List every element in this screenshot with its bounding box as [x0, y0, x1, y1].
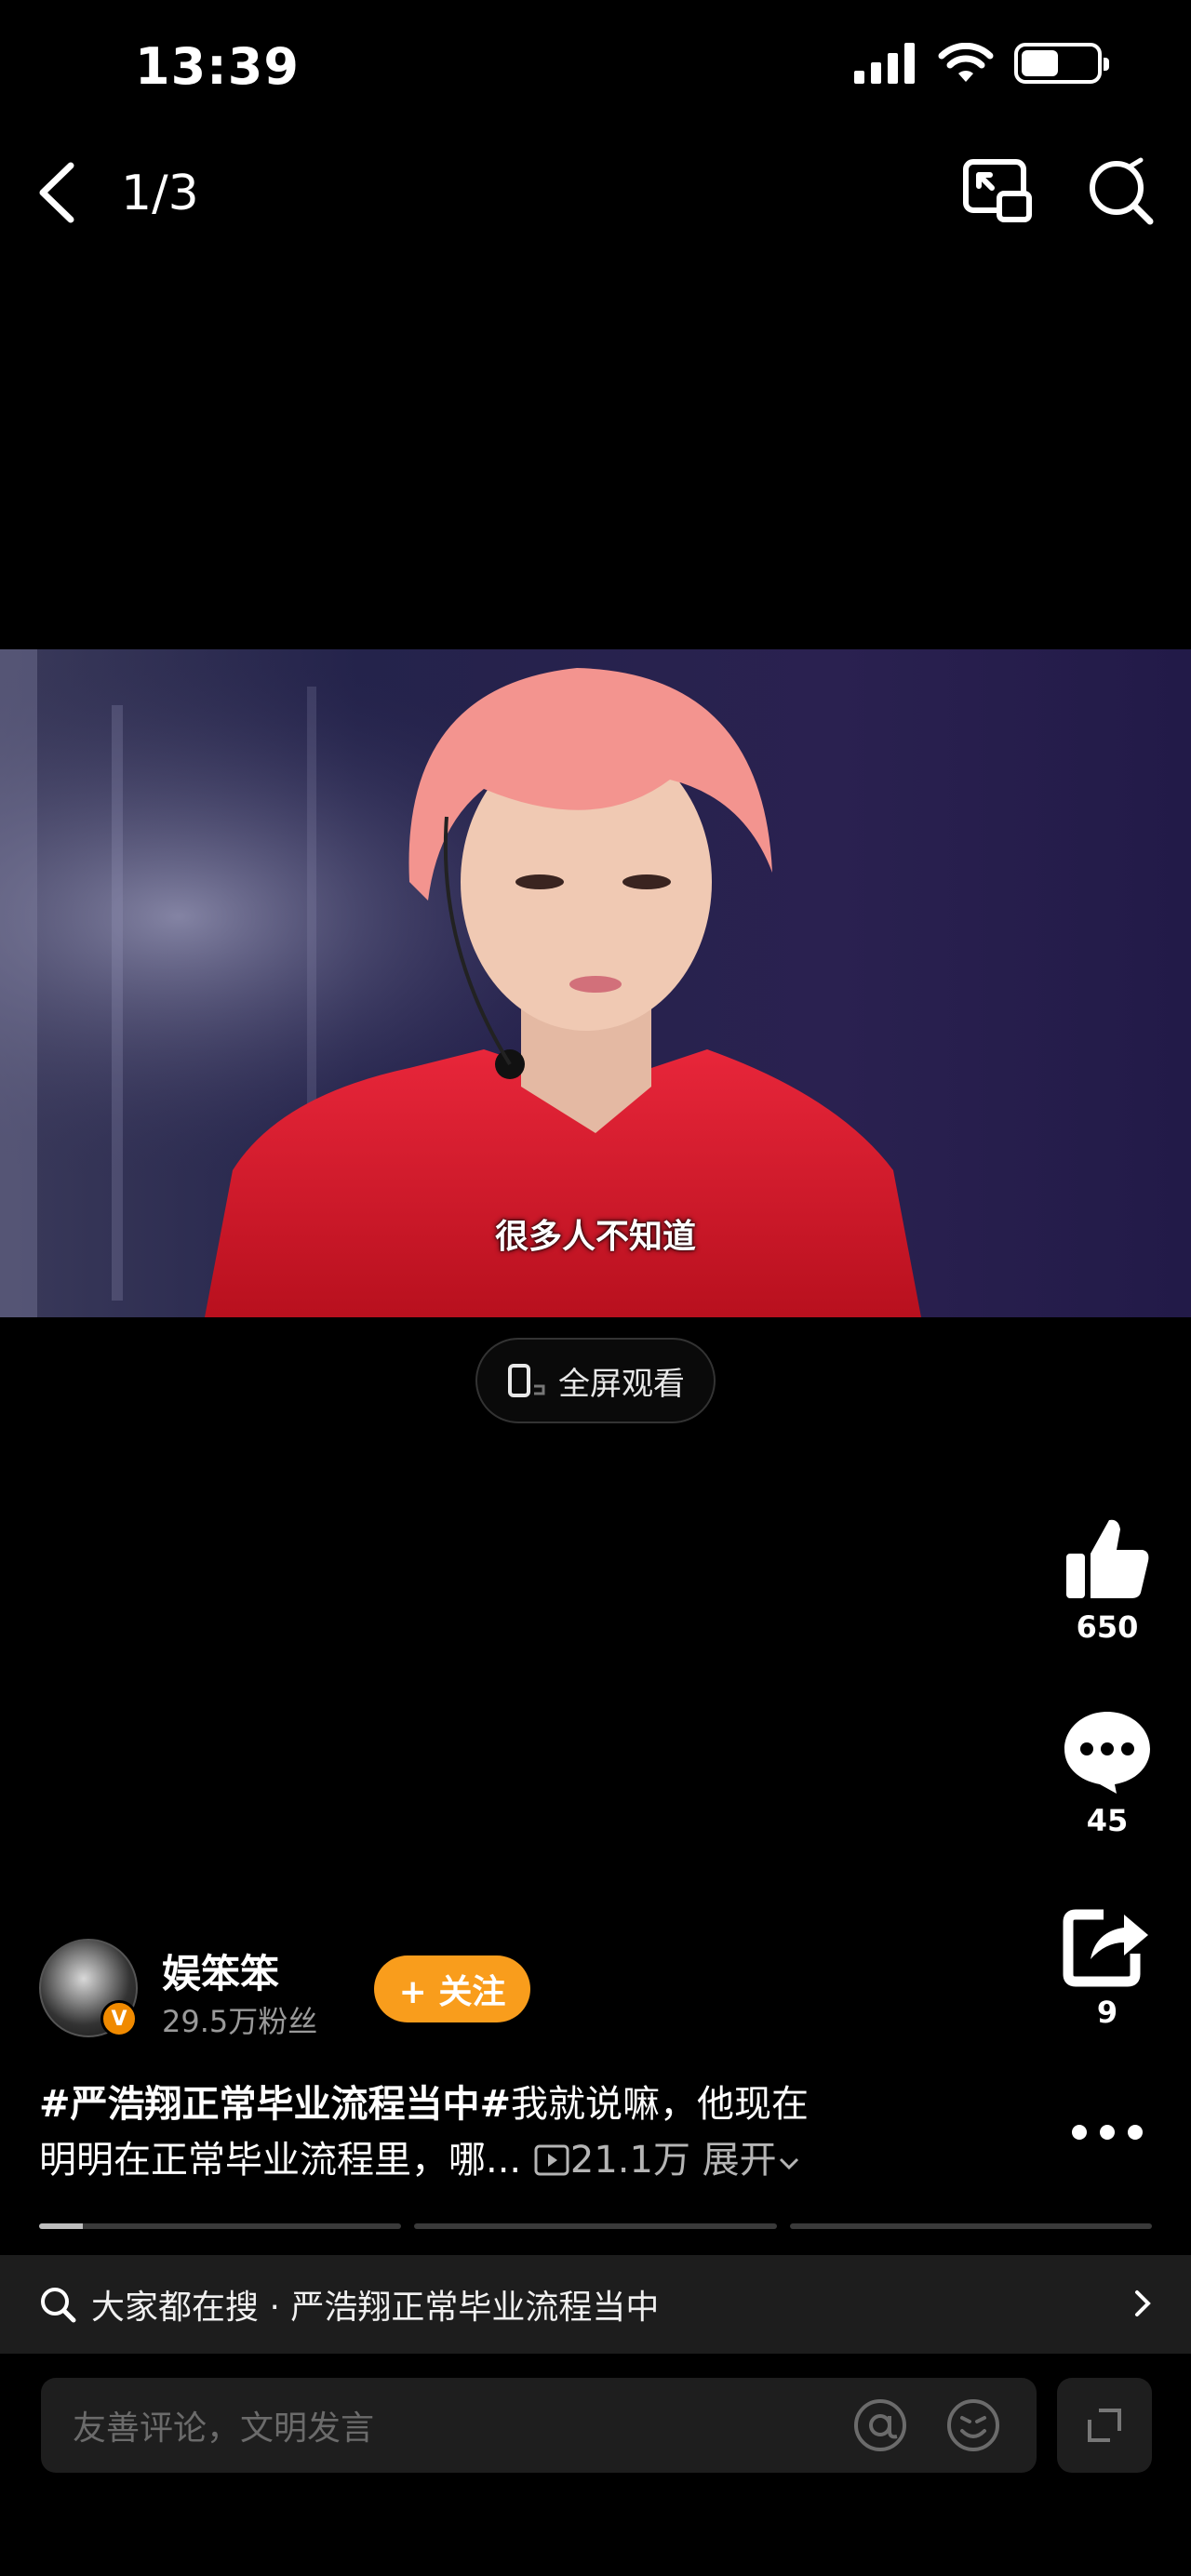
share-count: 9 — [1096, 1995, 1118, 2030]
author-fans-count: 29.5万粉丝 — [162, 2004, 318, 2039]
play-count-icon — [534, 2144, 569, 2176]
comment-placeholder: 友善评论，文明发言 — [73, 2409, 375, 2448]
progress-segment-3 — [789, 2223, 1152, 2229]
caption-line-2: 明明在正常毕业流程里，哪... 21.1万 展开 — [39, 2132, 932, 2188]
post-caption: #严浩翔正常毕业流程当中#我就说嘛，他现在 明明在正常毕业流程里，哪... 21… — [39, 2076, 932, 2188]
thumbs-up-icon — [1066, 1519, 1149, 1598]
fullscreen-label: 全屏观看 — [558, 1365, 685, 1403]
status-icons — [854, 43, 1109, 84]
battery-level-fill — [1022, 50, 1059, 76]
progress-segment-2 — [414, 2223, 777, 2229]
search-suggestion-text: 大家都在搜 · 严浩翔正常毕业流程当中 — [91, 2289, 660, 2327]
signal-icon — [854, 43, 915, 84]
comment-button[interactable]: 45 — [1051, 1706, 1163, 1838]
play-count: 21.1万 — [533, 2139, 703, 2182]
fullscreen-button[interactable]: 全屏观看 — [475, 1338, 716, 1423]
picture-in-picture-icon[interactable] — [962, 158, 1033, 223]
comment-bubble-icon — [1064, 1712, 1150, 1794]
mention-icon[interactable] — [850, 2396, 910, 2455]
phone-rotate-icon — [508, 1364, 545, 1397]
caption-text-2: 明明在正常毕业流程里，哪... — [39, 2139, 522, 2182]
expand-icon — [1088, 2409, 1121, 2442]
video-subtitle: 很多人不知道 — [494, 1218, 696, 1256]
status-time: 13:39 — [135, 37, 300, 96]
emoji-icon[interactable] — [943, 2396, 1003, 2455]
verified-badge: V — [100, 2000, 138, 2037]
chevron-right-icon — [1135, 2290, 1151, 2316]
back-icon[interactable] — [33, 160, 80, 225]
comment-input[interactable]: 友善评论，文明发言 — [41, 2378, 1037, 2473]
like-button[interactable]: 650 — [1051, 1516, 1163, 1645]
image-progress — [39, 2223, 1152, 2229]
caption-line-1: #严浩翔正常毕业流程当中#我就说嘛，他现在 — [39, 2076, 932, 2132]
comment-count: 45 — [1086, 1803, 1129, 1838]
share-button[interactable]: 9 — [1051, 1903, 1163, 2030]
play-count-value: 21.1万 — [569, 2139, 690, 2182]
follow-button[interactable]: + 关注 — [374, 1955, 530, 2022]
caption-hashtag[interactable]: #严浩翔正常毕业流程当中# — [39, 2083, 511, 2126]
progress-segment-1 — [39, 2223, 402, 2229]
expand-caption-button[interactable]: 展开 — [703, 2139, 801, 2182]
share-icon — [1063, 1909, 1148, 1987]
caption-text-1: 我就说嘛，他现在 — [511, 2083, 810, 2126]
like-count: 650 — [1076, 1609, 1139, 1645]
more-options-icon[interactable] — [1068, 2114, 1146, 2151]
video-detail-screen: 13:39 1/3 很多人不知道 全屏观看 650 45 9 V 娱笨笨 29.… — [0, 0, 1191, 2576]
expand-comments-button[interactable] — [1057, 2378, 1152, 2473]
search-icon — [41, 2288, 76, 2323]
chevron-down-icon — [779, 2157, 798, 2170]
battery-icon — [1014, 43, 1109, 84]
search-suggestion-bar[interactable]: 大家都在搜 · 严浩翔正常毕业流程当中 — [0, 2255, 1191, 2354]
image-counter: 1/3 — [121, 166, 199, 221]
author-name[interactable]: 娱笨笨 — [162, 1942, 279, 1999]
progress-segment-fill — [39, 2223, 83, 2229]
wifi-icon — [938, 43, 994, 82]
search-icon[interactable] — [1085, 156, 1156, 227]
expand-label: 展开 — [702, 2139, 777, 2182]
